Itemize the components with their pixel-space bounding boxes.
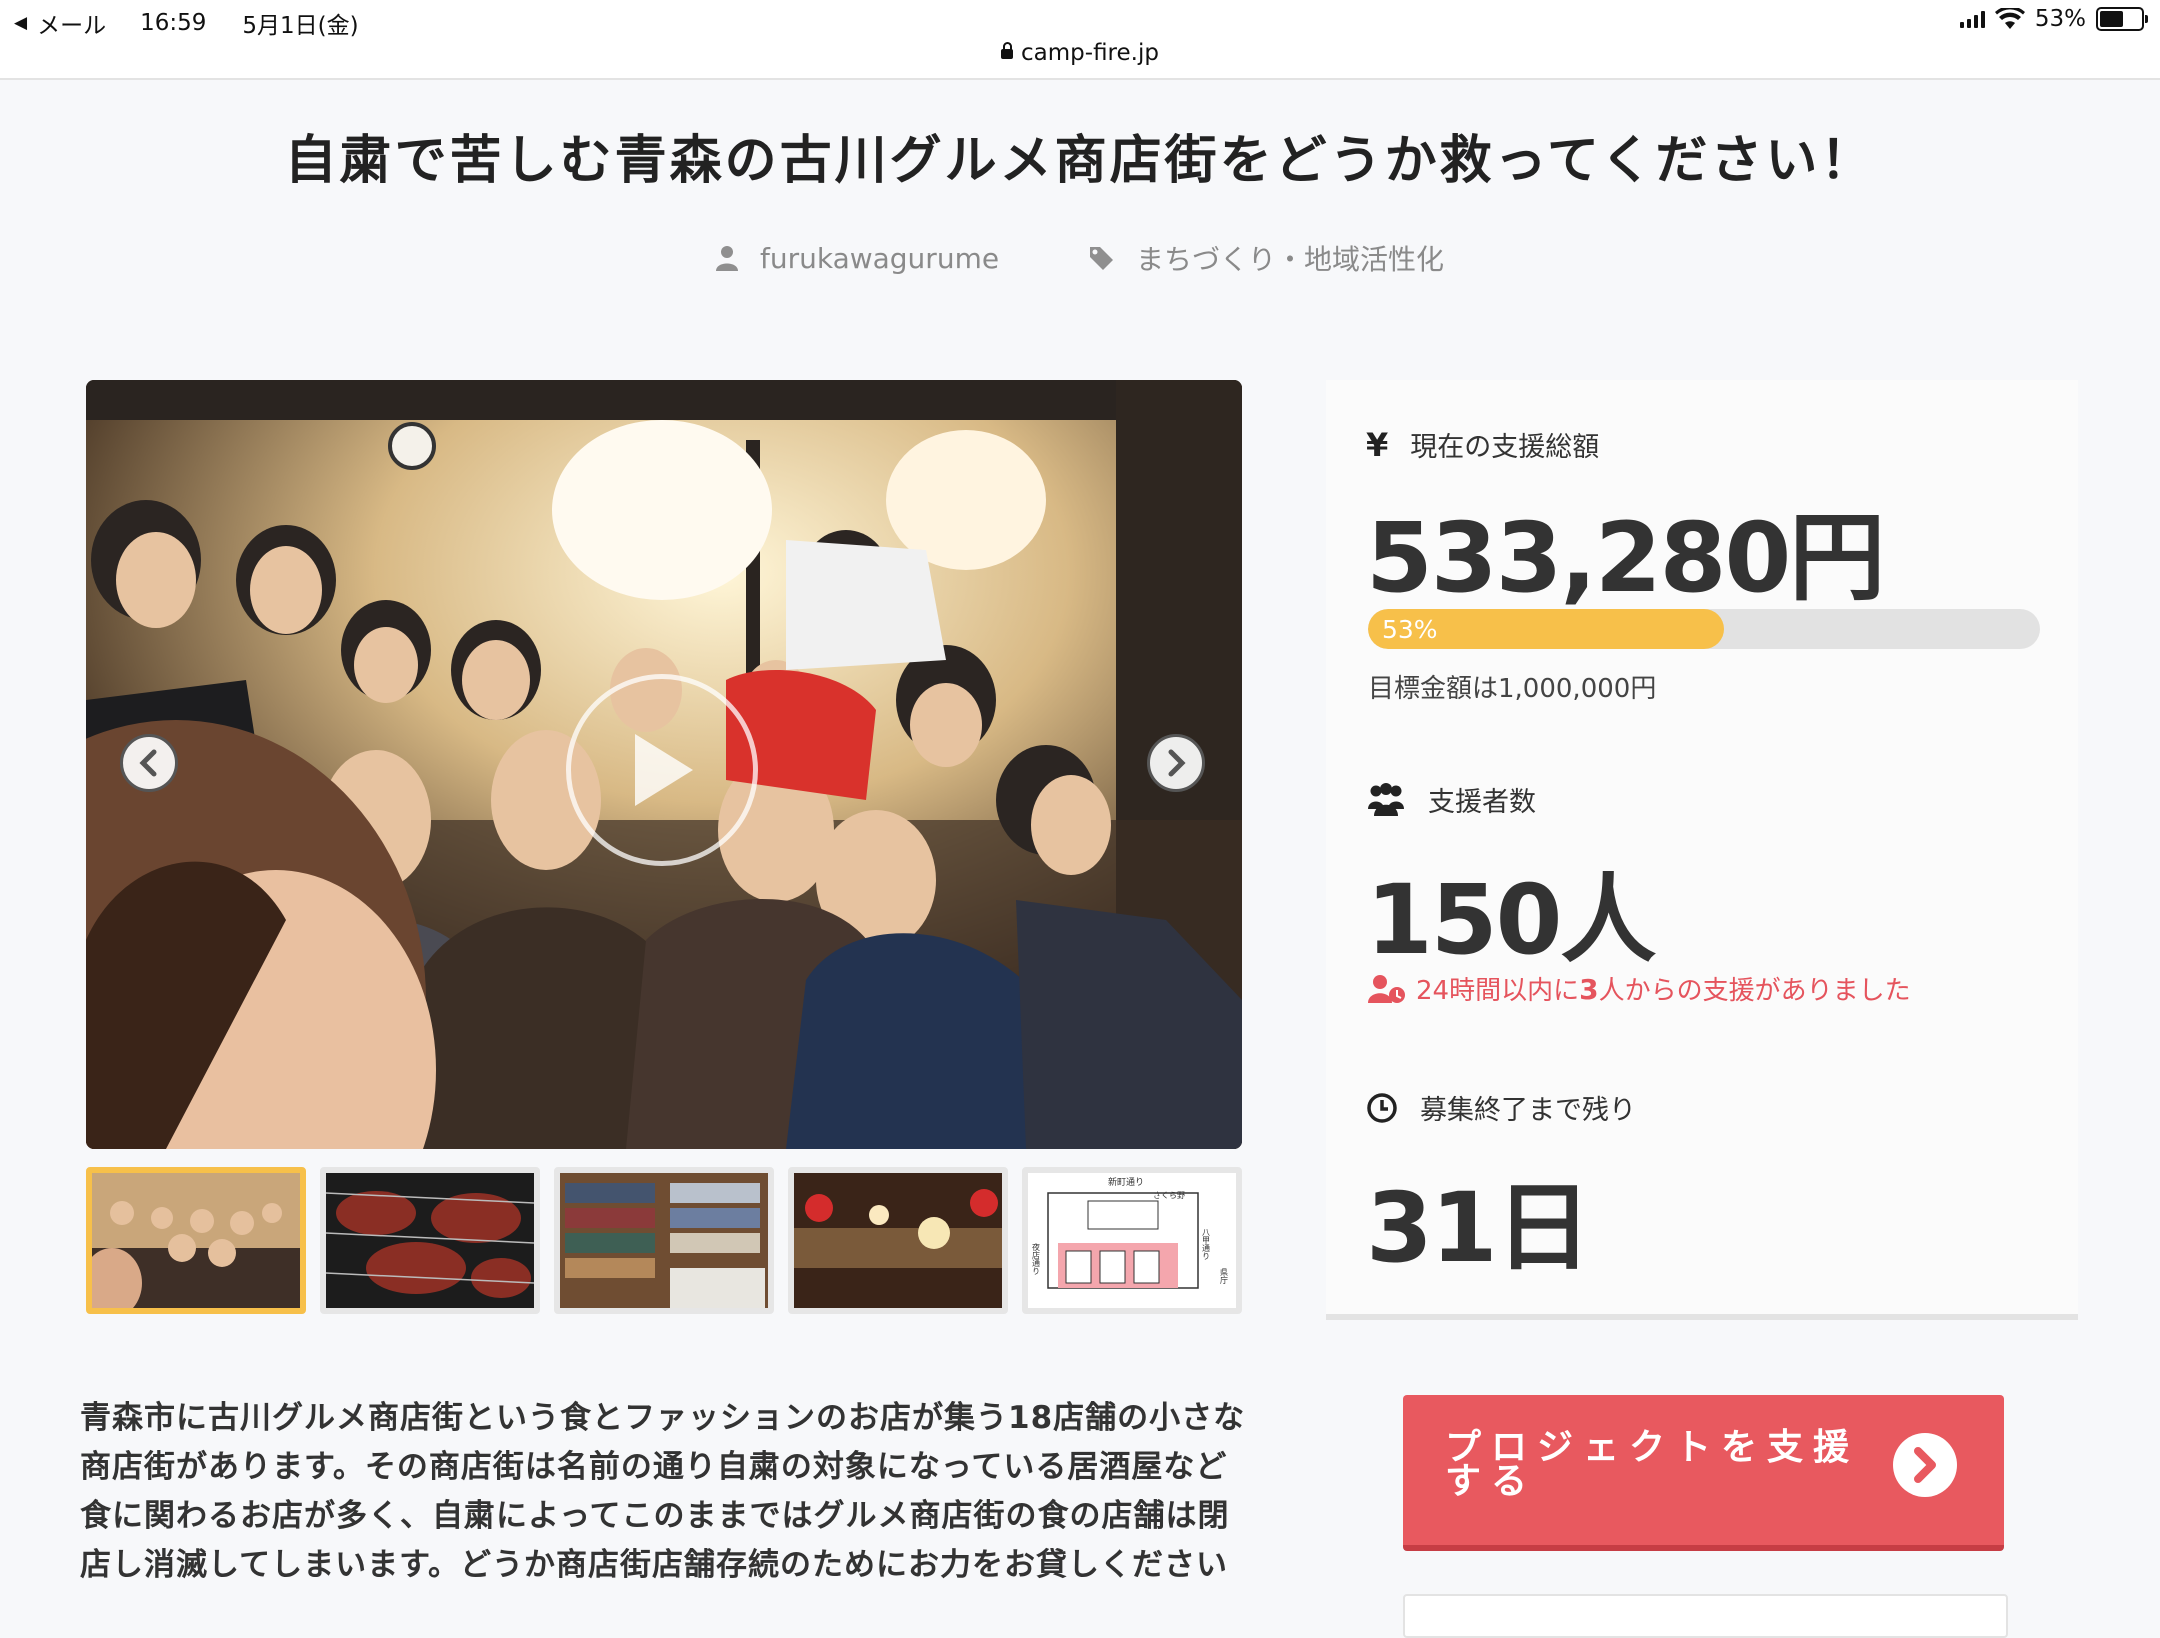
users-icon	[1368, 782, 1404, 816]
back-triangle-icon[interactable]: ◀	[14, 13, 27, 33]
status-left: ◀ メール 16:59 5月1日(金)	[14, 6, 359, 40]
funding-stats-card: ¥ 現在の支援総額 533,280円 53% 目標金額は1,000,000円 支…	[1326, 380, 2078, 1320]
funding-progress-bar: 53%	[1368, 609, 2040, 649]
amount-value: 533,280円	[1366, 502, 1885, 614]
project-description: 青森市に古川グルメ商店街という食とファッションのお店が集う18店舗の小さな 商店…	[80, 1400, 1246, 1583]
carousel-prev-button[interactable]	[120, 734, 178, 792]
chevron-right-icon	[1168, 749, 1186, 777]
play-icon	[635, 734, 693, 806]
thumbnail-grilled-meat[interactable]	[320, 1167, 540, 1314]
chevron-left-icon	[139, 749, 157, 777]
recent-suffix: 人からの支援がありました	[1598, 976, 1911, 1006]
status-right: 53%	[1959, 6, 2148, 32]
thumbnail-map-image: 新町通り さくら野 夜店通り 八甲通り 県庁	[1028, 1173, 1236, 1308]
address-bar[interactable]: camp-fire.jp	[0, 40, 2160, 66]
support-project-button[interactable]: プロジェクトを支援する	[1403, 1395, 2004, 1551]
user-icon	[715, 246, 738, 271]
thumbnail-fashion-shelves[interactable]	[554, 1167, 774, 1314]
goal-amount: 目標金額は1,000,000円	[1368, 674, 1657, 704]
remaining-value: 31日	[1366, 1172, 1592, 1284]
status-time: 16:59	[140, 10, 207, 36]
thumbnail-meat-image	[326, 1173, 534, 1308]
user-plus-icon	[1368, 974, 1405, 1003]
battery-icon	[2096, 7, 2148, 31]
thumbnail-strip: 新町通り さくら野 夜店通り 八甲通り 県庁	[86, 1167, 1242, 1314]
map-office-label: 県庁	[1220, 1268, 1229, 1284]
yen-icon: ¥	[1366, 425, 1389, 464]
category-name: まちづくり・地域活性化	[1135, 243, 1444, 276]
map-top-street: 新町通り	[1108, 1176, 1144, 1188]
url-text: camp-fire.jp	[1021, 40, 1159, 66]
amount-label-row: ¥ 現在の支援総額	[1366, 425, 1599, 464]
project-meta: furukawagurume まちづくり・地域活性化	[0, 238, 2160, 278]
main-project-image[interactable]	[86, 380, 1242, 1149]
backers-label-row: 支援者数	[1366, 780, 1536, 819]
recent-count: 3	[1579, 973, 1599, 1006]
backers-value: 150人	[1366, 864, 1656, 976]
amount-label: 現在の支援総額	[1410, 432, 1600, 463]
owner-name: furukawagurume	[759, 241, 1000, 275]
progress-fill: 53%	[1368, 609, 1725, 649]
arrow-circle-right-icon	[1893, 1433, 1957, 1497]
owner-link[interactable]: furukawagurume	[715, 241, 1000, 275]
battery-percent: 53%	[2034, 6, 2086, 32]
status-date: 5月1日(金)	[242, 13, 359, 39]
clock-icon	[1367, 1092, 1397, 1123]
status-bar: ◀ メール 16:59 5月1日(金) camp-fire.jp 53%	[0, 0, 2160, 80]
thumbnail-group-photo[interactable]	[86, 1167, 306, 1314]
support-button-label: プロジェクトを支援する	[1445, 1427, 1860, 1502]
map-left-street: 夜店通り	[1032, 1242, 1041, 1275]
remaining-label: 募集終了まで残り	[1420, 1095, 1636, 1126]
map-shop-label: さくら野	[1153, 1191, 1185, 1200]
tag-icon	[1089, 247, 1113, 270]
page-title: 自粛で苦しむ青森の古川グルメ商店街をどうか救ってください！	[284, 131, 1876, 191]
wifi-icon	[1994, 8, 2025, 29]
remaining-label-row: 募集終了まで残り	[1366, 1088, 1636, 1127]
secondary-panel	[1403, 1594, 2008, 1638]
back-app-label[interactable]: メール	[37, 6, 106, 40]
thumbnail-interior-image	[794, 1173, 1002, 1308]
backers-label: 支援者数	[1428, 787, 1536, 818]
thumbnail-shelves-image	[560, 1173, 768, 1308]
recent-prefix: 24時間以内に	[1416, 976, 1580, 1006]
thumbnail-restaurant-interior[interactable]	[788, 1167, 1008, 1314]
lock-icon	[1001, 42, 1014, 59]
category-link[interactable]: まちづくり・地域活性化	[1088, 238, 1444, 278]
thumbnail-group-image	[92, 1173, 300, 1308]
carousel-next-button[interactable]	[1147, 734, 1205, 792]
signal-icon	[1959, 10, 1985, 28]
recent-backers-notice: 24時間以内に3人からの支援がありました	[1368, 970, 1911, 1007]
video-play-button[interactable]	[566, 674, 758, 866]
thumbnail-shopping-street-map[interactable]: 新町通り さくら野 夜店通り 八甲通り 県庁	[1022, 1167, 1242, 1314]
map-right-street: 八甲通り	[1202, 1228, 1211, 1260]
progress-percent: 53%	[1382, 615, 1438, 644]
